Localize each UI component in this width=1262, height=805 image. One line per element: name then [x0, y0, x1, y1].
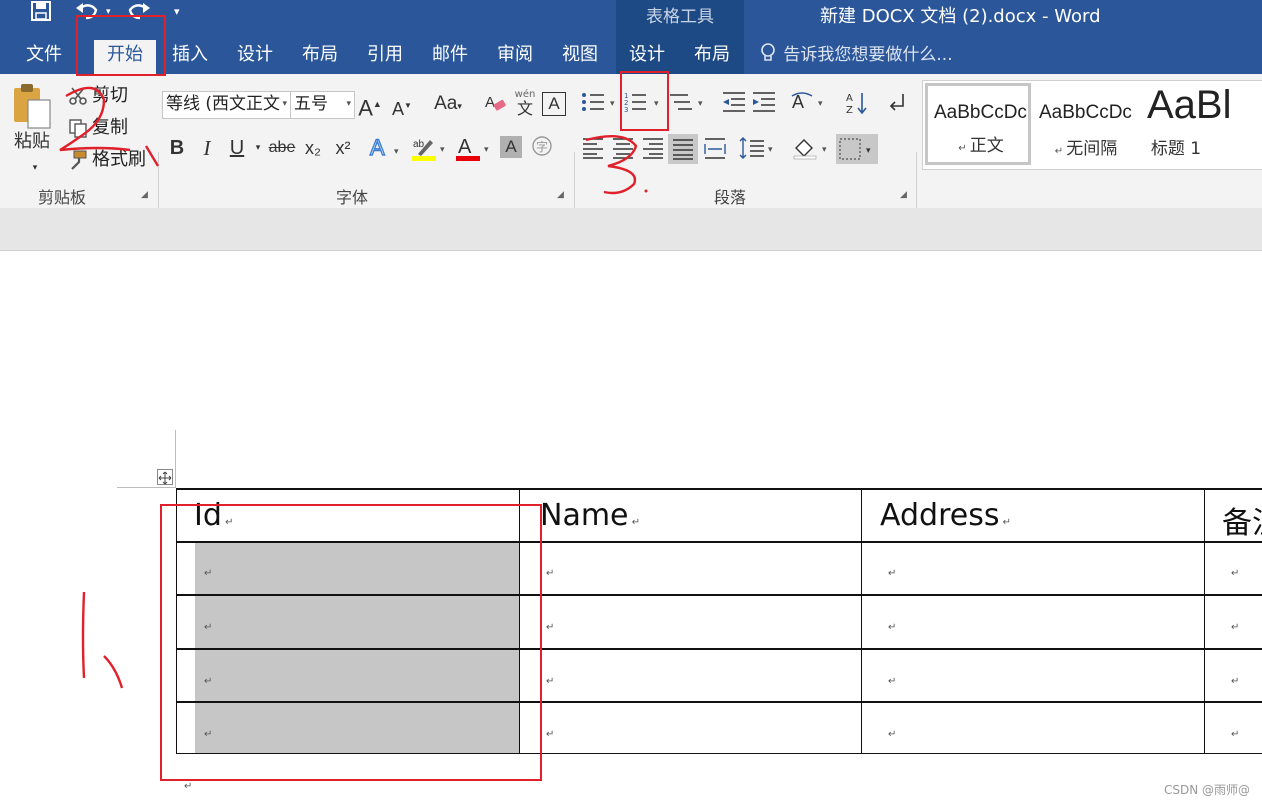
annotation-mark: [103, 655, 124, 689]
annotation-mark: [644, 189, 648, 193]
handwritten-annotations: [59, 86, 648, 689]
annotation-mark: [144, 145, 160, 167]
annotation-number-3: [585, 134, 638, 195]
annotation-number-1: [81, 591, 86, 679]
annotation-number-2: [59, 86, 131, 152]
watermark: CSDN @雨师@: [1164, 783, 1251, 797]
